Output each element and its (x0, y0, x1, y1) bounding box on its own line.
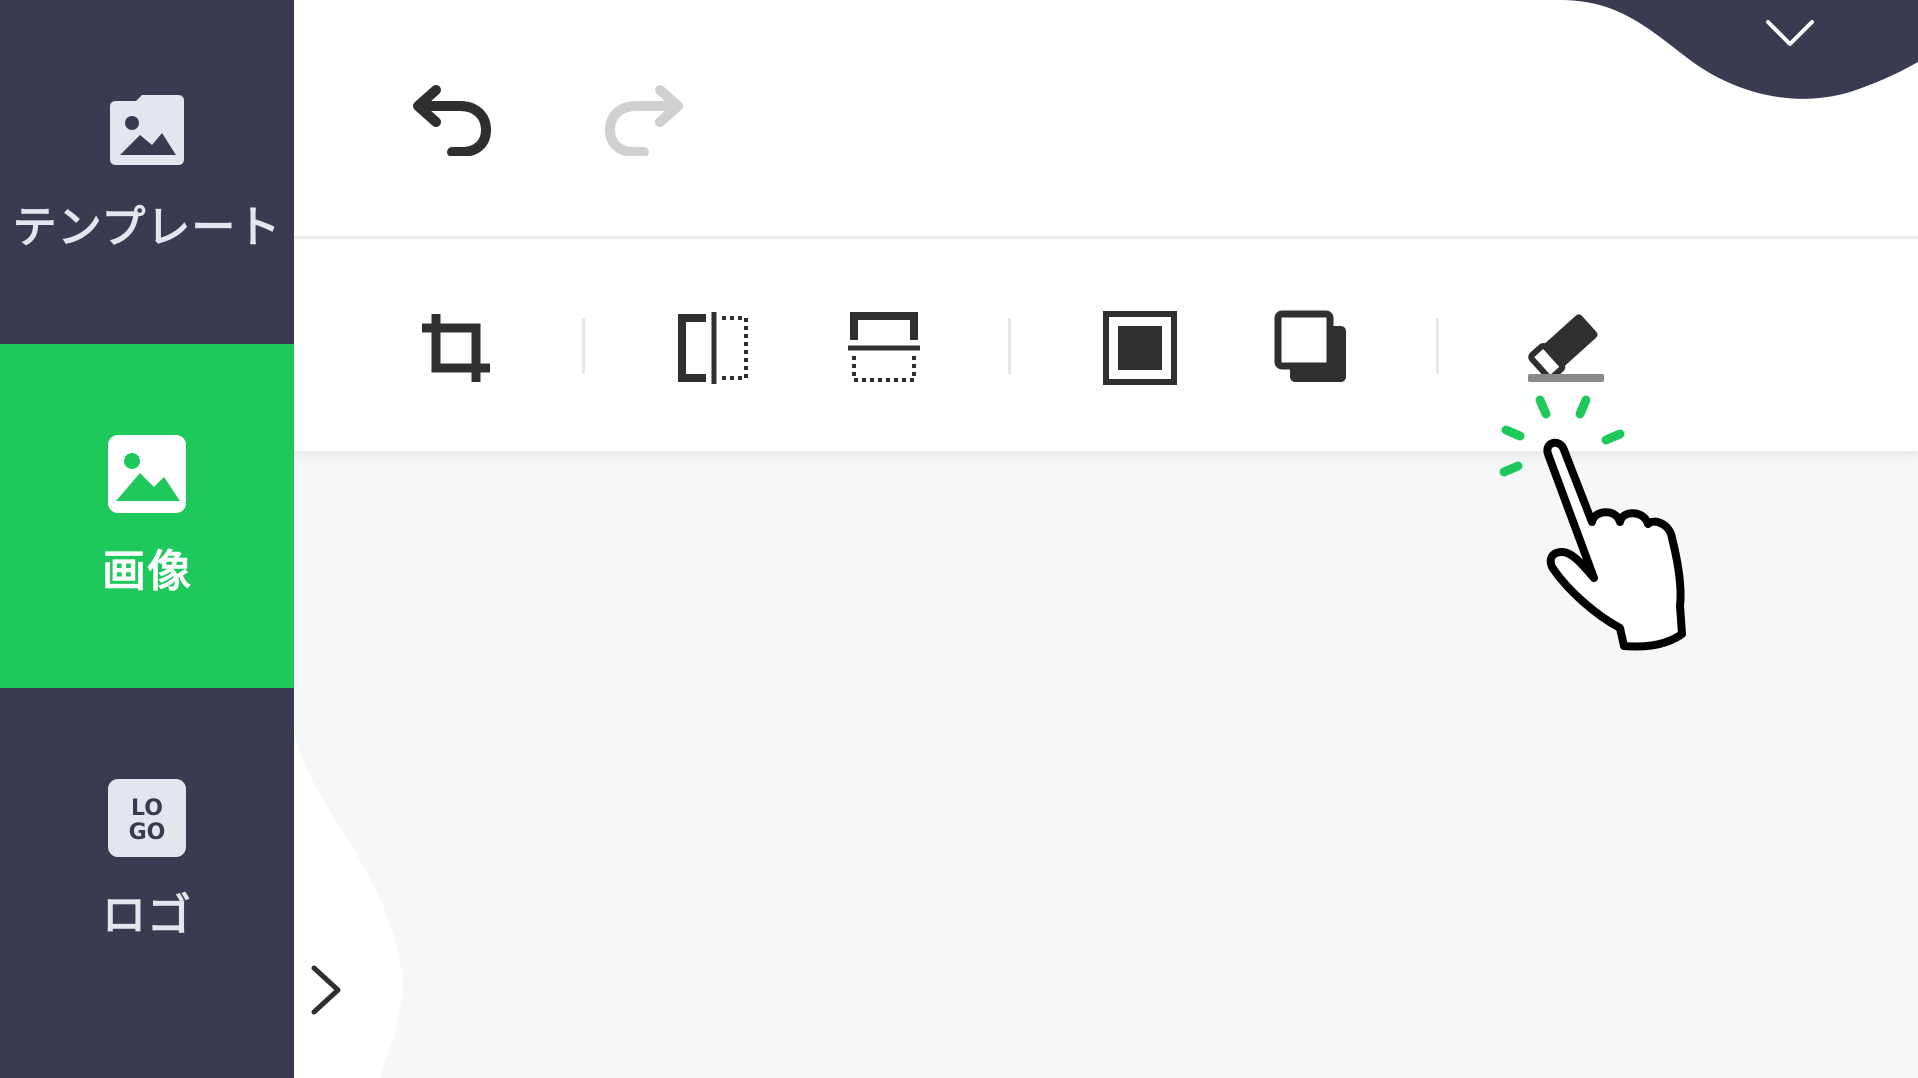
sidebar-item-image[interactable]: 画像 (0, 344, 294, 688)
expand-panel-toggle[interactable] (294, 720, 414, 1078)
crop-icon[interactable] (418, 310, 494, 386)
hand-pointer-icon (1499, 395, 1686, 651)
sidebar: テンプレート 画像 LO GO ロゴ (0, 0, 294, 1078)
flip-vertical-icon[interactable] (846, 310, 922, 386)
image-icon (108, 435, 186, 513)
undo-icon[interactable] (412, 84, 496, 156)
svg-text:GO: GO (129, 820, 166, 845)
eraser-icon[interactable] (1526, 310, 1606, 386)
editor-window: テンプレート 画像 LO GO ロゴ (0, 0, 1918, 1078)
sidebar-item-logo[interactable]: LO GO ロゴ (0, 688, 294, 1032)
flip-horizontal-icon[interactable] (676, 310, 752, 386)
toolbar-divider (1436, 318, 1439, 374)
toolbar-divider (582, 318, 585, 374)
toolbar-divider (1008, 318, 1011, 374)
sidebar-item-label: テンプレート (12, 202, 282, 253)
svg-text:LO: LO (131, 796, 163, 821)
template-image-icon (110, 95, 184, 165)
collapse-toolbar-toggle[interactable] (1560, 0, 1918, 104)
sidebar-item-template[interactable]: テンプレート (0, 0, 294, 344)
sidebar-item-label: ロゴ (102, 890, 192, 941)
drop-shadow-icon[interactable] (1274, 310, 1350, 386)
border-frame-icon[interactable] (1102, 310, 1178, 386)
logo-icon: LO GO (108, 779, 186, 857)
sidebar-item-label: 画像 (102, 546, 192, 597)
redo-icon[interactable] (600, 84, 684, 156)
